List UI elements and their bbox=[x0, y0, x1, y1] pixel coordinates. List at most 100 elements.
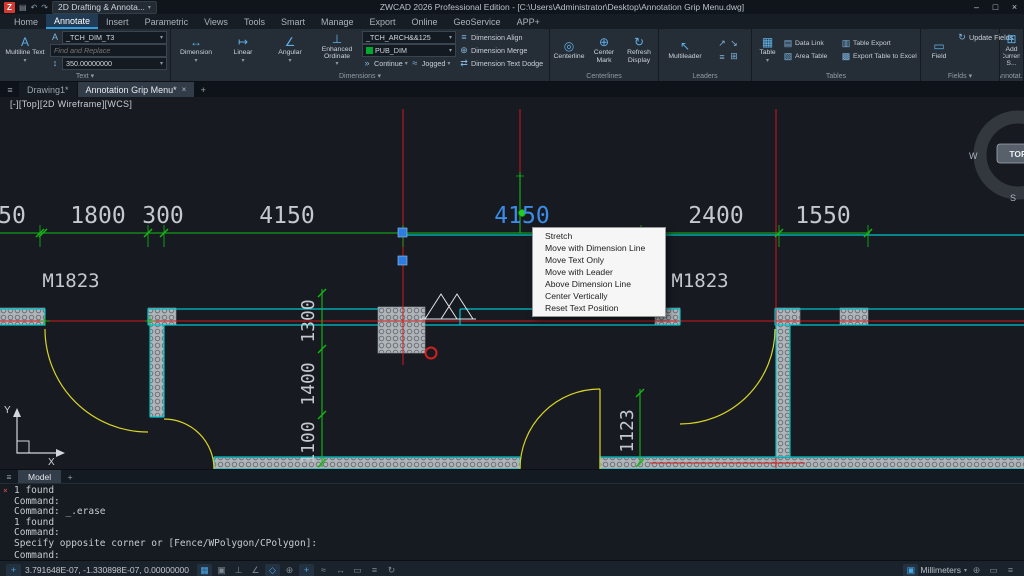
tab-export[interactable]: Export bbox=[362, 14, 404, 29]
command-prompt[interactable]: Command: bbox=[14, 550, 1016, 561]
viewport-controls[interactable]: [-][Top][2D Wireframe][WCS] bbox=[10, 99, 132, 109]
linear-button[interactable]: ↦ Linear ▾ bbox=[221, 31, 265, 69]
dimension-merge-button[interactable]: ⊕ Dimension Merge bbox=[459, 44, 543, 56]
dim-text-1100[interactable]: 1100 bbox=[298, 421, 319, 464]
menu-item-move-text-only[interactable]: Move Text Only bbox=[533, 254, 665, 266]
compass-west-label[interactable]: W bbox=[969, 151, 978, 161]
tab-smart[interactable]: Smart bbox=[273, 14, 313, 29]
dim-style-dropdown[interactable]: _TCH_ARCH&&125 ▾ bbox=[362, 30, 456, 44]
minimize-button[interactable]: – bbox=[967, 0, 986, 14]
fullscreen-icon[interactable]: ▭ bbox=[986, 564, 1001, 576]
centerline-button[interactable]: ◎ Centerline bbox=[553, 31, 585, 69]
dimension-button[interactable]: ↔ Dimension ▾ bbox=[174, 31, 218, 69]
multiline-text-button[interactable]: A Multiline Text ▾ bbox=[3, 31, 47, 69]
model-tab[interactable]: Model bbox=[18, 470, 62, 483]
tab-parametric[interactable]: Parametric bbox=[137, 14, 197, 29]
dimension-text-dodge-button[interactable]: ⇄ Dimension Text Dodge bbox=[459, 57, 543, 69]
layout-menu-icon[interactable]: ≡ bbox=[2, 470, 16, 483]
add-current-scale-button[interactable]: ⊞ Add Current S... bbox=[1003, 31, 1020, 69]
dim-text-50[interactable]: 50 bbox=[0, 203, 26, 229]
add-leader-icon[interactable]: ↗ bbox=[717, 38, 727, 49]
refresh-display-button[interactable]: ↻ Refresh Display bbox=[623, 31, 655, 69]
panel-label-fields[interactable]: Fields ▾ bbox=[921, 71, 999, 81]
enhanced-ordinate-button[interactable]: ⊥ Enhanced Ordinate ▾ bbox=[315, 31, 359, 69]
dim-text-1550[interactable]: 1550 bbox=[795, 203, 850, 229]
continue-button[interactable]: Continue bbox=[374, 59, 403, 68]
tab-home[interactable]: Home bbox=[6, 14, 46, 29]
align-leaders-icon[interactable]: ≡ bbox=[717, 52, 727, 62]
dim-text-2400[interactable]: 2400 bbox=[688, 203, 743, 229]
lineweight-icon[interactable]: ≈ bbox=[316, 564, 331, 576]
save-icon[interactable]: ▤ bbox=[19, 3, 27, 12]
doc-menu-icon[interactable]: ≡ bbox=[2, 82, 18, 97]
drawing-canvas[interactable]: 50 1800 300 4150 4150 2400 1550 M1823 M1… bbox=[0, 97, 1024, 469]
close-button[interactable]: × bbox=[1005, 0, 1024, 14]
doc-tab-drawing1[interactable]: Drawing1* bbox=[19, 82, 77, 97]
tab-manage[interactable]: Manage bbox=[313, 14, 362, 29]
grip-dimension-line[interactable] bbox=[397, 227, 408, 238]
add-layout-button[interactable]: + bbox=[63, 470, 77, 483]
doc-tab-annotation-grip-menu[interactable]: Annotation Grip Menu* × bbox=[77, 82, 195, 97]
compass-top-label[interactable]: TOP bbox=[1009, 149, 1024, 159]
panel-label-text[interactable]: Text ▾ bbox=[0, 71, 170, 81]
data-link-button[interactable]: ▤ Data Link bbox=[783, 38, 837, 50]
autoscale-icon[interactable]: ↻ bbox=[384, 564, 399, 576]
dim-text-4150-selected[interactable]: 4150 bbox=[494, 203, 549, 229]
units-selector[interactable]: Millimeters ▾ bbox=[920, 565, 967, 575]
command-close-icon[interactable]: × bbox=[3, 486, 8, 495]
center-mark-button[interactable]: ⊕ Center Mark bbox=[588, 31, 620, 69]
command-window[interactable]: × 1 found Command: Command: _.erase 1 fo… bbox=[0, 483, 1024, 561]
dim-text-300[interactable]: 300 bbox=[142, 203, 184, 229]
find-replace-input[interactable] bbox=[50, 43, 167, 57]
crosshair-icon[interactable]: + bbox=[6, 563, 21, 576]
otrack-icon[interactable]: ⊕ bbox=[282, 564, 297, 576]
text-height-dropdown[interactable]: 350.00000000 ▾ bbox=[62, 56, 167, 70]
tab-annotate[interactable]: Annotate bbox=[46, 14, 99, 29]
tab-geoservice[interactable]: GeoService bbox=[446, 14, 509, 29]
field-button[interactable]: ▭ Field bbox=[924, 31, 954, 69]
dimension-align-button[interactable]: ≡ Dimension Align bbox=[459, 31, 543, 43]
snap-icon[interactable]: ▣ bbox=[214, 564, 229, 576]
jogged-button[interactable]: Jogged bbox=[422, 59, 446, 68]
table-button[interactable]: ▦ Table ▾ bbox=[755, 31, 780, 69]
tab-insert[interactable]: Insert bbox=[98, 14, 137, 29]
dynamic-input-icon[interactable]: + bbox=[299, 563, 314, 576]
close-tab-icon[interactable]: × bbox=[182, 85, 187, 94]
dim-text-1800[interactable]: 1800 bbox=[70, 203, 125, 229]
annotation-visibility-icon[interactable]: ≡ bbox=[367, 564, 382, 576]
remove-leader-icon[interactable]: ↘ bbox=[729, 38, 739, 49]
grid-icon[interactable]: ▦ bbox=[197, 563, 212, 576]
redo-icon[interactable]: ↷ bbox=[41, 3, 48, 12]
restore-button[interactable]: □ bbox=[986, 0, 1005, 14]
transparency-icon[interactable]: ↔ bbox=[333, 564, 348, 576]
ortho-icon[interactable]: ⊥ bbox=[231, 564, 246, 576]
menu-item-reset-text-position[interactable]: Reset Text Position bbox=[533, 302, 665, 314]
menu-item-move-with-dimension-line[interactable]: Move with Dimension Line bbox=[533, 242, 665, 254]
label-m1823-left[interactable]: M1823 bbox=[42, 270, 99, 292]
dim-text-1123[interactable]: 1123 bbox=[617, 409, 638, 452]
clean-screen-icon[interactable]: ⊕ bbox=[969, 564, 984, 576]
compass-south-label[interactable]: S bbox=[1010, 193, 1016, 203]
export-table-excel-button[interactable]: ▩ Export Table to Excel bbox=[841, 51, 917, 63]
text-style-dropdown[interactable]: _TCH_DIM_T3 ▾ bbox=[62, 30, 167, 44]
dim-layer-dropdown[interactable]: PUB_DIM ▾ bbox=[362, 43, 456, 57]
table-export-button[interactable]: ▥ Table Export bbox=[841, 38, 917, 50]
dim-text-1400[interactable]: 1400 bbox=[298, 362, 319, 405]
undo-icon[interactable]: ↶ bbox=[31, 3, 38, 12]
dim-text-4150-left[interactable]: 4150 bbox=[259, 203, 314, 229]
selection-cycling-icon[interactable]: ▭ bbox=[350, 564, 365, 576]
menu-item-above-dimension-line[interactable]: Above Dimension Line bbox=[533, 278, 665, 290]
menu-item-stretch[interactable]: Stretch bbox=[533, 230, 665, 242]
workspace-switcher[interactable]: 2D Drafting & Annota... ▾ bbox=[51, 0, 157, 14]
tab-views[interactable]: Views bbox=[196, 14, 236, 29]
panel-label-dimensions[interactable]: Dimensions ▾ bbox=[171, 71, 549, 81]
angular-button[interactable]: ∠ Angular ▾ bbox=[268, 31, 312, 69]
workspace-status-icon[interactable]: ▣ bbox=[903, 563, 919, 576]
collect-leaders-icon[interactable]: ⊞ bbox=[729, 51, 739, 62]
multileader-button[interactable]: ↖ Multileader bbox=[662, 31, 708, 69]
new-tab-button[interactable]: + bbox=[195, 82, 211, 97]
tab-app-plus[interactable]: APP+ bbox=[509, 14, 548, 29]
menu-item-move-with-leader[interactable]: Move with Leader bbox=[533, 266, 665, 278]
tab-online[interactable]: Online bbox=[404, 14, 446, 29]
status-menu-icon[interactable]: ≡ bbox=[1003, 564, 1018, 576]
